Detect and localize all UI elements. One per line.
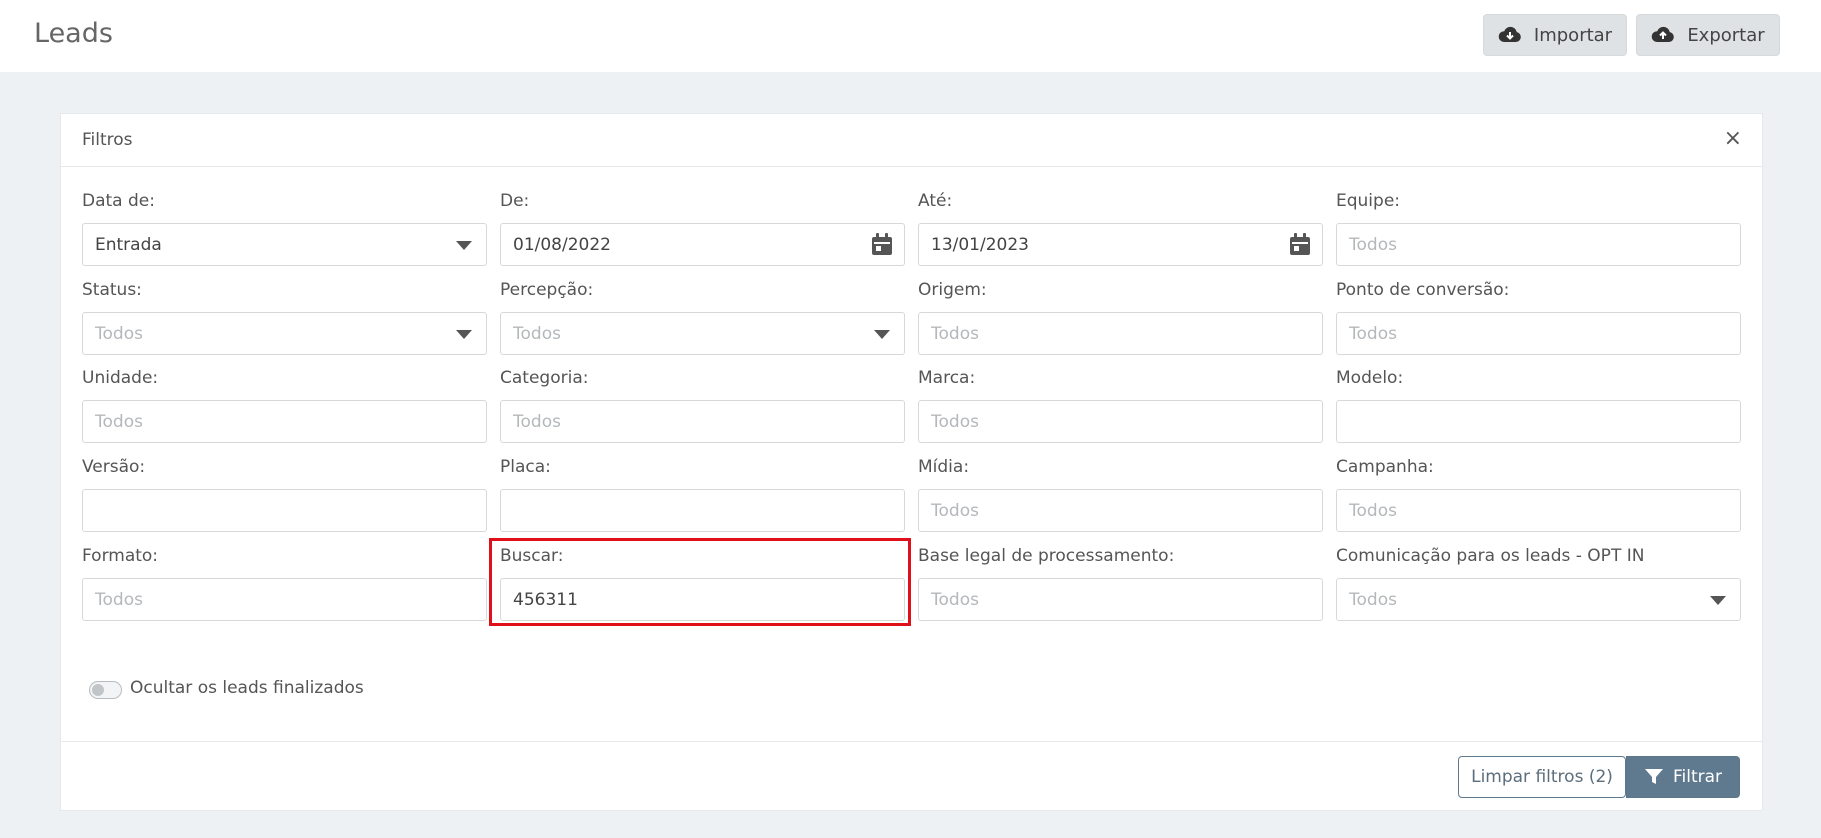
funnel-icon — [1644, 769, 1663, 784]
modelo-input[interactable] — [1336, 400, 1741, 443]
export-label: Exportar — [1687, 24, 1765, 46]
buscar-input[interactable]: 456311 — [500, 578, 905, 621]
top-bar: Leads Importar Exportar — [0, 0, 1821, 72]
page-title: Leads — [34, 18, 113, 49]
marca-placeholder: Todos — [931, 411, 979, 432]
data-de-value: Entrada — [95, 234, 162, 255]
data-de-select[interactable]: Entrada — [82, 223, 487, 266]
formato-input[interactable]: Todos — [82, 578, 487, 621]
comunicacao-placeholder: Todos — [1349, 589, 1397, 610]
filter-label: Filtrar — [1672, 767, 1723, 787]
toggle-knob — [92, 684, 104, 696]
categoria-placeholder: Todos — [513, 411, 561, 432]
ate-value: 13/01/2023 — [931, 234, 1029, 255]
hide-finished-label: Ocultar os leads finalizados — [130, 678, 364, 698]
formato-label: Formato: — [82, 546, 159, 566]
campanha-input[interactable]: Todos — [1336, 489, 1741, 532]
cloud-download-icon — [1498, 26, 1521, 42]
base-legal-placeholder: Todos — [931, 589, 979, 610]
export-button[interactable]: Exportar — [1636, 14, 1780, 56]
versao-input[interactable] — [82, 489, 487, 532]
formato-placeholder: Todos — [95, 589, 143, 610]
calendar-icon[interactable] — [1289, 233, 1311, 256]
status-label: Status: — [82, 280, 142, 300]
ate-label: Até: — [918, 191, 953, 211]
cloud-upload-icon — [1652, 26, 1675, 42]
unidade-placeholder: Todos — [95, 411, 143, 432]
unidade-label: Unidade: — [82, 368, 159, 388]
comunicacao-label: Comunicação para os leads - OPT IN — [1336, 546, 1645, 566]
de-label: De: — [500, 191, 530, 211]
origem-input[interactable]: Todos — [918, 312, 1323, 355]
origem-label: Origem: — [918, 280, 987, 300]
percepcao-label: Percepção: — [500, 280, 594, 300]
chevron-down-icon — [874, 330, 890, 339]
midia-input[interactable]: Todos — [918, 489, 1323, 532]
versao-label: Versão: — [82, 457, 146, 477]
chevron-down-icon — [1710, 596, 1726, 605]
ponto-conversao-label: Ponto de conversão: — [1336, 280, 1510, 300]
placa-input[interactable] — [500, 489, 905, 532]
de-date-input[interactable]: 01/08/2022 — [500, 223, 905, 266]
base-legal-input[interactable]: Todos — [918, 578, 1323, 621]
ponto-conversao-input[interactable]: Todos — [1336, 312, 1741, 355]
filters-header: Filtros × — [61, 114, 1762, 167]
filters-panel: Filtros × — [60, 113, 1763, 811]
unidade-input[interactable]: Todos — [82, 400, 487, 443]
status-select[interactable]: Todos — [82, 312, 487, 355]
midia-placeholder: Todos — [931, 500, 979, 521]
de-value: 01/08/2022 — [513, 234, 611, 255]
comunicacao-select[interactable]: Todos — [1336, 578, 1741, 621]
clear-filters-button[interactable]: Limpar filtros (2) — [1458, 756, 1626, 798]
categoria-input[interactable]: Todos — [500, 400, 905, 443]
marca-label: Marca: — [918, 368, 976, 388]
close-icon[interactable]: × — [1724, 128, 1742, 150]
equipe-label: Equipe: — [1336, 191, 1401, 211]
chevron-down-icon — [456, 241, 472, 250]
import-button[interactable]: Importar — [1483, 14, 1627, 56]
buscar-label: Buscar: — [500, 546, 564, 566]
calendar-icon[interactable] — [871, 233, 893, 256]
import-label: Importar — [1533, 24, 1613, 46]
ponto-conversao-placeholder: Todos — [1349, 323, 1397, 344]
hide-finished-toggle[interactable] — [89, 681, 122, 699]
filters-title: Filtros — [82, 130, 133, 150]
marca-input[interactable]: Todos — [918, 400, 1323, 443]
base-legal-label: Base legal de processamento: — [918, 546, 1175, 566]
equipe-placeholder: Todos — [1349, 234, 1397, 255]
filter-button[interactable]: Filtrar — [1626, 756, 1740, 798]
status-placeholder: Todos — [95, 323, 143, 344]
chevron-down-icon — [456, 330, 472, 339]
midia-label: Mídia: — [918, 457, 970, 477]
placa-label: Placa: — [500, 457, 551, 477]
categoria-label: Categoria: — [500, 368, 589, 388]
footer-divider — [61, 741, 1762, 742]
modelo-label: Modelo: — [1336, 368, 1404, 388]
data-de-label: Data de: — [82, 191, 155, 211]
equipe-input[interactable]: Todos — [1336, 223, 1741, 266]
campanha-label: Campanha: — [1336, 457, 1434, 477]
buscar-value: 456311 — [513, 589, 578, 610]
origem-placeholder: Todos — [931, 323, 979, 344]
percepcao-select[interactable]: Todos — [500, 312, 905, 355]
ate-date-input[interactable]: 13/01/2023 — [918, 223, 1323, 266]
percepcao-placeholder: Todos — [513, 323, 561, 344]
campanha-placeholder: Todos — [1349, 500, 1397, 521]
